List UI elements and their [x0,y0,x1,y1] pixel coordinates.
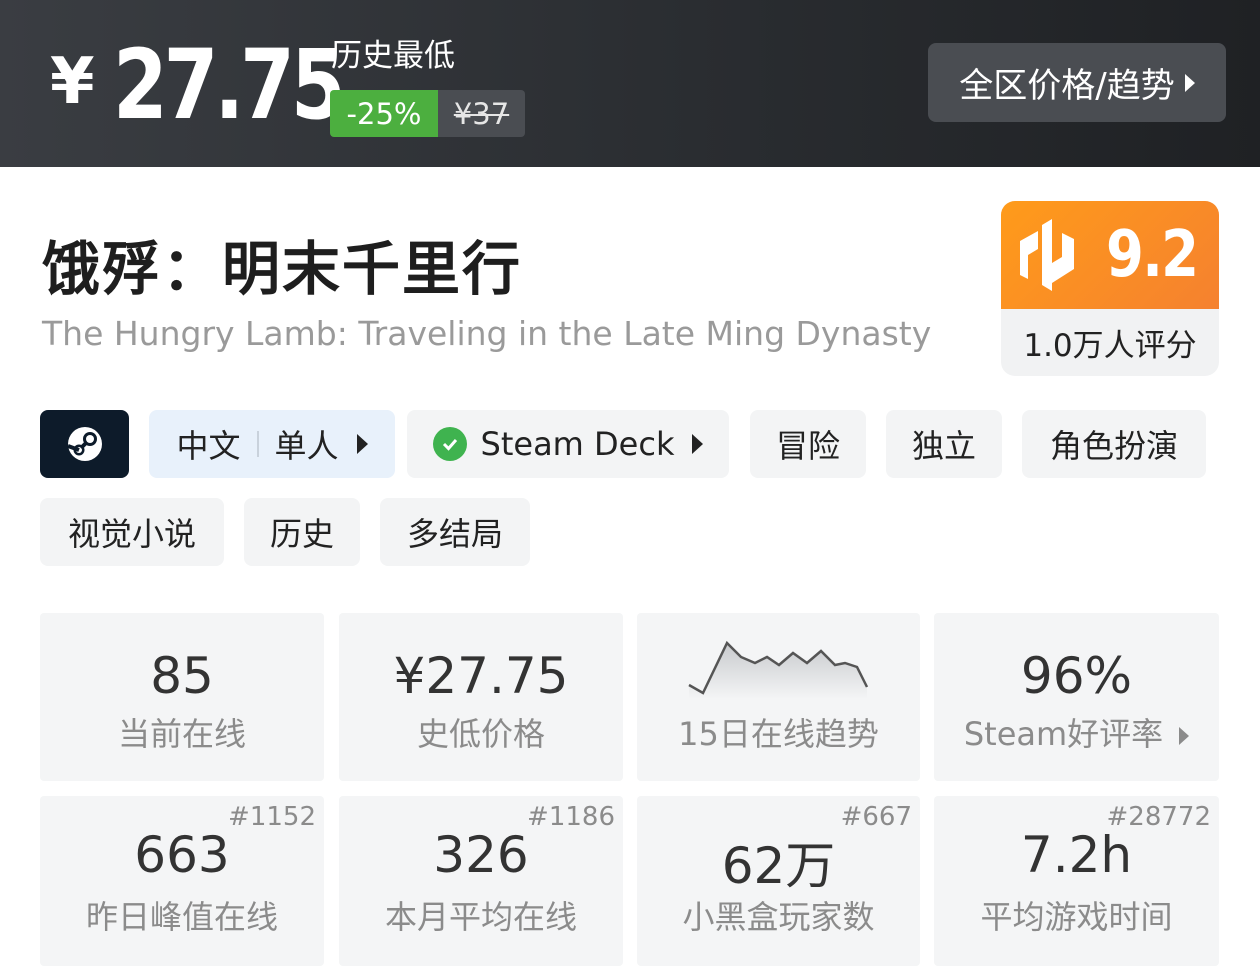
stat-lowest-price[interactable]: ¥27.75 史低价格 [339,613,623,781]
price-value: 27.75 [112,29,346,141]
stat-label: 小黑盒玩家数 [682,898,875,936]
stat-label-row: Steam好评率 [934,709,1219,755]
region-price-button[interactable]: 全区价格/趋势 [928,43,1226,122]
heybox-logo-icon [1020,219,1075,291]
tag-label: 多结局 [406,515,503,553]
score-header: 9.2 [1001,201,1219,309]
original-price: ¥37 [438,90,525,137]
stat-label: 15日在线趋势 [678,715,879,753]
stat-average-playtime[interactable]: #28772 7.2h 平均游戏时间 [934,796,1219,966]
tag-indie[interactable]: 独立 [886,410,1002,478]
stat-label: 本月平均在线 [384,898,577,936]
chevron-right-icon [1184,73,1195,92]
stat-label: 史低价格 [416,715,545,753]
tag-history[interactable]: 历史 [244,498,360,566]
tag-adventure[interactable]: 冒险 [750,410,866,478]
stat-label: 昨日峰值在线 [85,898,278,936]
stat-monthly-average[interactable]: #1186 326 本月平均在线 [339,796,623,966]
score-card[interactable]: 9.2 1.0万人评分 [1001,201,1219,376]
tag-label: 角色扮演 [1049,427,1178,465]
stat-value: ¥27.75 [393,647,569,705]
stat-label: Steam好评率 [963,715,1164,753]
score-count: 1.0万人评分 [1023,328,1197,364]
currency-symbol: ¥ [50,45,95,119]
mode-label: 单人 [274,427,339,465]
tag-divider [256,431,259,457]
chevron-right-icon [356,434,368,454]
tag-label: 独立 [911,427,976,465]
game-title: 饿殍：明末千里行 [42,235,523,303]
history-low-label: 历史最低 [331,38,455,74]
score-value: 9.2 [1106,218,1199,292]
stat-yesterday-peak[interactable]: #1152 663 昨日峰值在线 [40,796,324,966]
tag-label: 视觉小说 [67,515,196,553]
steam-icon [66,427,102,461]
stat-value: 85 [150,647,214,705]
stat-label: 平均游戏时间 [980,898,1173,936]
game-subtitle: The Hungry Lamb: Traveling in the Late M… [42,314,932,353]
stat-value: 96% [1020,647,1133,705]
price-banner: ¥ 27.75 历史最低 -25% ¥37 全区价格/趋势 [0,0,1260,167]
chevron-right-icon [692,434,704,454]
check-icon [432,427,467,461]
stat-current-online[interactable]: 85 当前在线 [40,613,324,781]
tag-visual-novel[interactable]: 视觉小说 [40,498,224,566]
discount-percent: -25% [330,90,438,137]
trend-sparkline [688,640,869,699]
stat-value: 7.2h [1020,826,1133,884]
steam-platform-tag[interactable] [40,410,129,478]
stat-value: 663 [134,826,230,884]
tag-label: 历史 [269,515,334,553]
stat-value: 62万 [721,837,836,895]
tag-rpg[interactable]: 角色扮演 [1022,410,1206,478]
chevron-right-icon [1179,727,1190,745]
region-price-label: 全区价格/趋势 [959,66,1175,106]
discount-badge: -25% ¥37 [330,90,525,137]
tag-label: 冒险 [775,427,840,465]
tag-multiple-endings[interactable]: 多结局 [380,498,530,566]
language-mode-tag[interactable]: 中文 单人 [149,410,395,478]
language-label: 中文 [176,427,241,465]
stat-steam-rating[interactable]: 96% Steam好评率 [934,613,1219,781]
stat-heybox-players[interactable]: #667 62万 小黑盒玩家数 [637,796,920,966]
stat-value: 326 [433,826,529,884]
stat-online-trend[interactable]: 15日在线趋势 [637,613,920,781]
steam-deck-tag[interactable]: Steam Deck [407,410,729,478]
steam-deck-label: Steam Deck [480,425,675,463]
stat-label: 当前在线 [117,715,246,753]
